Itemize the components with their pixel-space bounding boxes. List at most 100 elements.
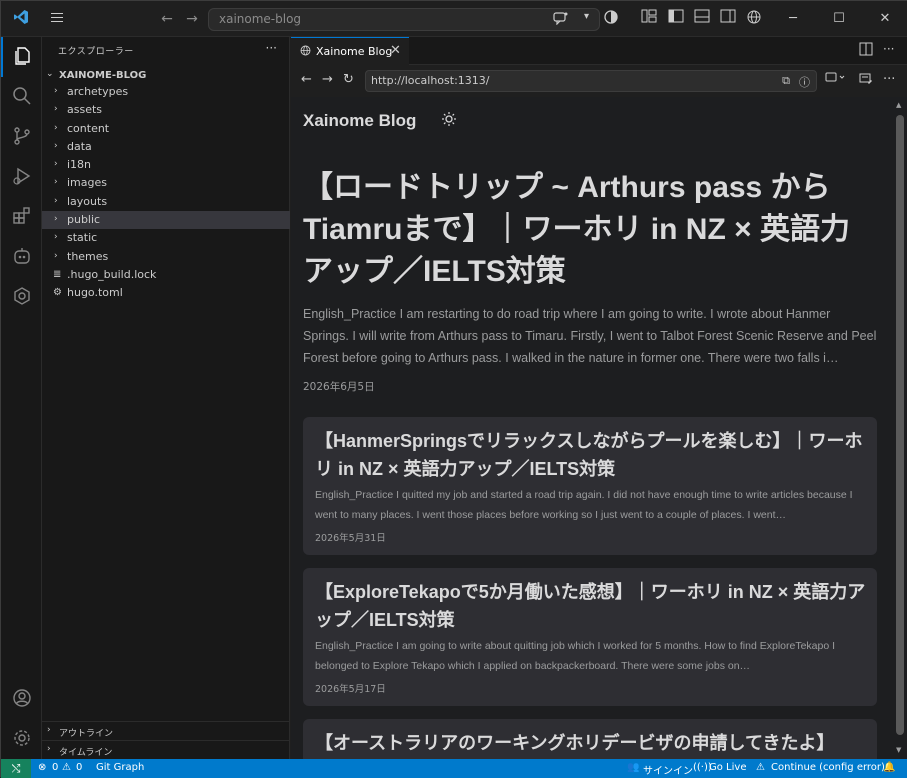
post-title[interactable]: 【HanmerSpringsでリラックスしながらプールを楽しむ】｜ワーホリ in… xyxy=(315,427,867,483)
explorer-sidebar: エクスプローラー ··· ⌄ XAINOME-BLOG › archetypes ›… xyxy=(42,37,290,759)
scroll-down-icon[interactable]: ▼ xyxy=(896,746,901,754)
go-live-button[interactable]: Go Live xyxy=(709,762,746,773)
close-tab-icon[interactable]: ✕ xyxy=(390,43,401,58)
browser-viewport: Xainome Blog 【ロードトリップ ~ Arthurs pass から … xyxy=(291,97,907,759)
remote-explorer-icon[interactable] xyxy=(1,277,42,317)
hero-post-date: 2026年6月5日 xyxy=(303,381,375,393)
copilot-icon[interactable] xyxy=(601,9,621,29)
warning-icon[interactable]: ⚠ xyxy=(756,762,765,773)
chevron-right-icon: › xyxy=(54,159,58,170)
account-status-icon[interactable]: 👥 xyxy=(627,762,639,773)
toggle-primary-sidebar-icon[interactable] xyxy=(666,9,686,29)
timeline-section[interactable]: › タイムライン xyxy=(42,740,290,759)
screenshot-icon[interactable]: ⧉ xyxy=(782,74,790,88)
close-window-button[interactable]: ✕ xyxy=(862,1,907,37)
file-tree-item[interactable]: › static xyxy=(42,229,290,247)
file-tree-label: .hugo_build.lock xyxy=(67,267,157,281)
back-arrow-icon[interactable]: ← xyxy=(157,9,177,29)
post-card[interactable]: 【オーストラリアのワーキングホリデービザの申請してきたよ】 xyxy=(303,719,877,759)
file-tree-item[interactable]: › themes xyxy=(42,248,290,266)
post-date: 2026年5月31日 xyxy=(315,533,386,544)
error-count[interactable]: 0 xyxy=(52,762,58,773)
maximize-button[interactable]: ☐ xyxy=(816,1,862,37)
extensions-icon[interactable] xyxy=(1,197,42,237)
scrollbar-thumb[interactable] xyxy=(896,115,904,735)
layout-custom-icon[interactable] xyxy=(639,9,659,29)
post-summary: English_Practice I quitted my job and st… xyxy=(315,489,853,521)
add-element-to-chat-icon[interactable] xyxy=(825,72,845,87)
info-icon[interactable]: ⓘ xyxy=(799,74,810,90)
copilot-robot-icon[interactable] xyxy=(1,237,42,277)
globe-icon[interactable] xyxy=(744,9,764,29)
editor-area: Xainome Blog ✕ ··· ← → ↻ http://localhos… xyxy=(291,37,907,759)
status-bar: ⤭ ⊗ 0 ⚠ 0 Git Graph 👥 サインイン ((·)) Go Liv… xyxy=(1,759,907,778)
file-tree-item[interactable]: › archetypes xyxy=(42,83,290,101)
chevron-right-icon: › xyxy=(54,195,58,206)
more-actions-icon[interactable]: ··· xyxy=(266,41,277,55)
git-graph-button[interactable]: Git Graph xyxy=(96,762,144,773)
file-tree-item[interactable]: › public xyxy=(42,211,290,230)
theme-toggle-sun-icon[interactable] xyxy=(441,111,457,131)
chevron-right-icon: › xyxy=(54,86,58,96)
forward-arrow-icon[interactable]: → xyxy=(182,9,202,29)
notifications-bell-icon[interactable]: 🔔 xyxy=(883,762,895,773)
signin-button[interactable]: サインイン xyxy=(643,762,693,777)
hero-post-title[interactable]: 【ロードトリップ ~ Arthurs pass から Tiamruまで】｜ワーホ… xyxy=(303,167,873,293)
file-tree-item[interactable]: ⚙ hugo.toml xyxy=(42,284,290,302)
browser-nav-bar: ← → ↻ http://localhost:1313/ ⧉ ⓘ ··· xyxy=(291,65,907,97)
run-debug-icon[interactable] xyxy=(1,157,42,197)
timeline-label: タイムライン xyxy=(59,748,113,758)
url-bar[interactable]: http://localhost:1313/ ⧉ ⓘ xyxy=(365,70,817,92)
warning-count[interactable]: 0 xyxy=(76,762,82,773)
site-title[interactable]: Xainome Blog xyxy=(303,111,416,131)
file-tree-item[interactable]: › images xyxy=(42,174,290,192)
post-card[interactable]: 【HanmerSpringsでリラックスしながらプールを楽しむ】｜ワーホリ in… xyxy=(303,417,877,555)
file-tree-label: static xyxy=(67,231,98,245)
file-tree-item[interactable]: › layouts xyxy=(42,193,290,211)
page-scrollbar[interactable]: ▲ ▼ xyxy=(896,101,904,755)
tab-xainome-blog[interactable]: Xainome Blog ✕ xyxy=(291,37,409,65)
browser-settings-icon[interactable] xyxy=(859,72,873,90)
outline-label: アウトライン xyxy=(59,729,114,739)
minimize-button[interactable]: ─ xyxy=(770,1,816,37)
continue-status[interactable]: Continue (config error) xyxy=(771,762,885,773)
file-tree: › archetypes › assets › content › data › i18n › ima… xyxy=(42,83,290,303)
settings-gear-icon[interactable] xyxy=(1,719,42,759)
command-center-search[interactable]: xainome-blog ▾ xyxy=(208,8,600,31)
explorer-icon[interactable] xyxy=(1,37,42,77)
remote-indicator-icon[interactable]: ⤭ xyxy=(1,759,31,778)
file-tree-item[interactable]: › i18n xyxy=(42,156,290,174)
warning-icon[interactable]: ⚠ xyxy=(62,762,71,773)
toggle-panel-icon[interactable] xyxy=(692,9,712,29)
file-tree-label: data xyxy=(67,139,92,153)
outline-section[interactable]: › アウトライン xyxy=(42,721,290,740)
scroll-up-icon[interactable]: ▲ xyxy=(896,101,901,109)
file-tree-item[interactable]: › data xyxy=(42,138,290,156)
reload-icon[interactable]: ↻ xyxy=(343,72,354,87)
browser-back-icon[interactable]: ← xyxy=(301,72,312,87)
chevron-right-icon: › xyxy=(47,744,51,754)
search-icon[interactable] xyxy=(1,77,42,117)
error-icon[interactable]: ⊗ xyxy=(38,762,46,773)
tab-bar: Xainome Blog ✕ ··· xyxy=(291,37,907,65)
post-title[interactable]: 【ExploreTekapoで5か月働いた感想】｜ワーホリ in NZ × 英語… xyxy=(315,578,867,634)
chevron-down-icon[interactable]: ▾ xyxy=(584,11,589,22)
file-tree-item[interactable]: › assets xyxy=(42,101,290,119)
file-tree-label: layouts xyxy=(67,194,108,208)
account-icon[interactable] xyxy=(1,679,42,719)
file-tree-item[interactable]: › content xyxy=(42,120,290,138)
toggle-secondary-sidebar-icon[interactable] xyxy=(718,9,738,29)
chevron-right-icon: › xyxy=(54,250,58,261)
source-control-icon[interactable] xyxy=(1,117,42,157)
title-bar: ← → xainome-blog ▾ ─ ☐ ✕ xyxy=(1,1,907,37)
split-editor-icon[interactable] xyxy=(859,42,873,59)
copilot-chat-icon[interactable] xyxy=(553,11,569,29)
menu-icon[interactable] xyxy=(47,9,67,29)
file-tree-item[interactable]: ≣ .hugo_build.lock xyxy=(42,266,290,284)
browser-forward-icon[interactable]: → xyxy=(322,72,333,87)
post-title[interactable]: 【オーストラリアのワーキングホリデービザの申請してきたよ】 xyxy=(315,729,867,757)
post-card[interactable]: 【ExploreTekapoで5か月働いた感想】｜ワーホリ in NZ × 英語… xyxy=(303,568,877,706)
chevron-right-icon: › xyxy=(54,104,58,115)
more-actions-icon[interactable]: ··· xyxy=(883,42,894,56)
browser-more-icon[interactable]: ··· xyxy=(883,72,895,87)
